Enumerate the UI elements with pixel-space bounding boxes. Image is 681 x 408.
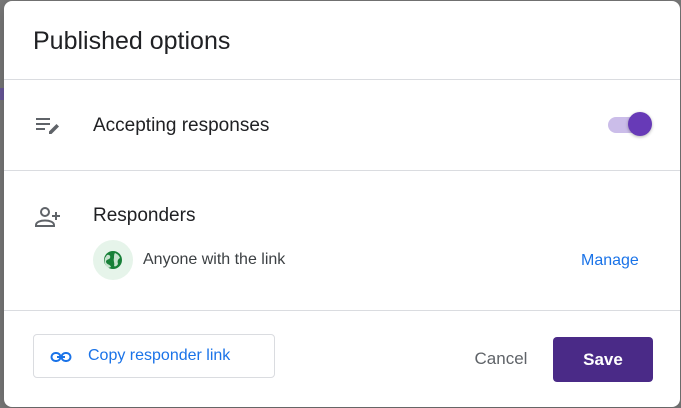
person-add-icon bbox=[33, 202, 63, 232]
toggle-thumb bbox=[628, 112, 652, 136]
divider bbox=[4, 170, 680, 171]
globe-icon bbox=[104, 251, 122, 269]
responders-label: Responders bbox=[93, 205, 196, 226]
save-button[interactable]: Save bbox=[553, 337, 653, 382]
accepting-responses-label: Accepting responses bbox=[93, 115, 270, 136]
edit-list-icon bbox=[33, 111, 63, 141]
globe-badge bbox=[93, 240, 133, 280]
cancel-button[interactable]: Cancel bbox=[456, 337, 546, 381]
copy-responder-link-button[interactable]: Copy responder link bbox=[33, 334, 275, 378]
divider bbox=[4, 79, 680, 80]
published-options-dialog: Published options Accepting responses Re… bbox=[4, 1, 680, 407]
link-icon bbox=[50, 346, 72, 368]
divider bbox=[4, 310, 680, 311]
accepting-responses-toggle[interactable] bbox=[606, 111, 654, 137]
copy-responder-link-label: Copy responder link bbox=[88, 347, 231, 364]
dialog-title: Published options bbox=[33, 27, 231, 55]
manage-link[interactable]: Manage bbox=[581, 252, 639, 270]
access-description: Anyone with the link bbox=[143, 251, 286, 268]
